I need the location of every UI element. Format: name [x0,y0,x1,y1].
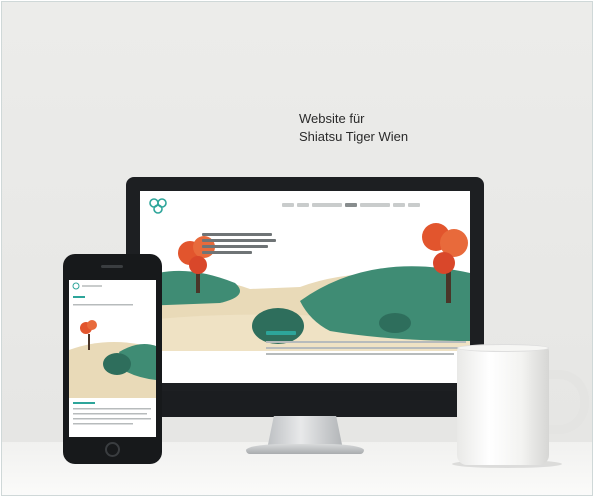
monitor-chin [126,391,484,417]
caption-line-2: Shiatsu Tiger Wien [299,129,409,144]
coffee-mug [457,347,549,465]
content-text-lines [266,341,466,359]
phone-hero-illustration [69,280,156,437]
monitor-screen [140,191,470,383]
mockup-frame: Website für Shiatsu Tiger Wien [1,1,593,496]
phone-screen [69,280,156,437]
content-heading [266,331,296,335]
smartphone [63,254,162,464]
phone-home-button [105,442,120,457]
hero-text-block [202,233,278,257]
mug-rim [457,344,549,352]
caption-line-1: Website für [299,111,365,126]
caption: Website für Shiatsu Tiger Wien [299,110,408,146]
desktop-monitor [126,177,484,417]
phone-speaker [101,265,123,268]
monitor-stand-base [246,444,364,454]
